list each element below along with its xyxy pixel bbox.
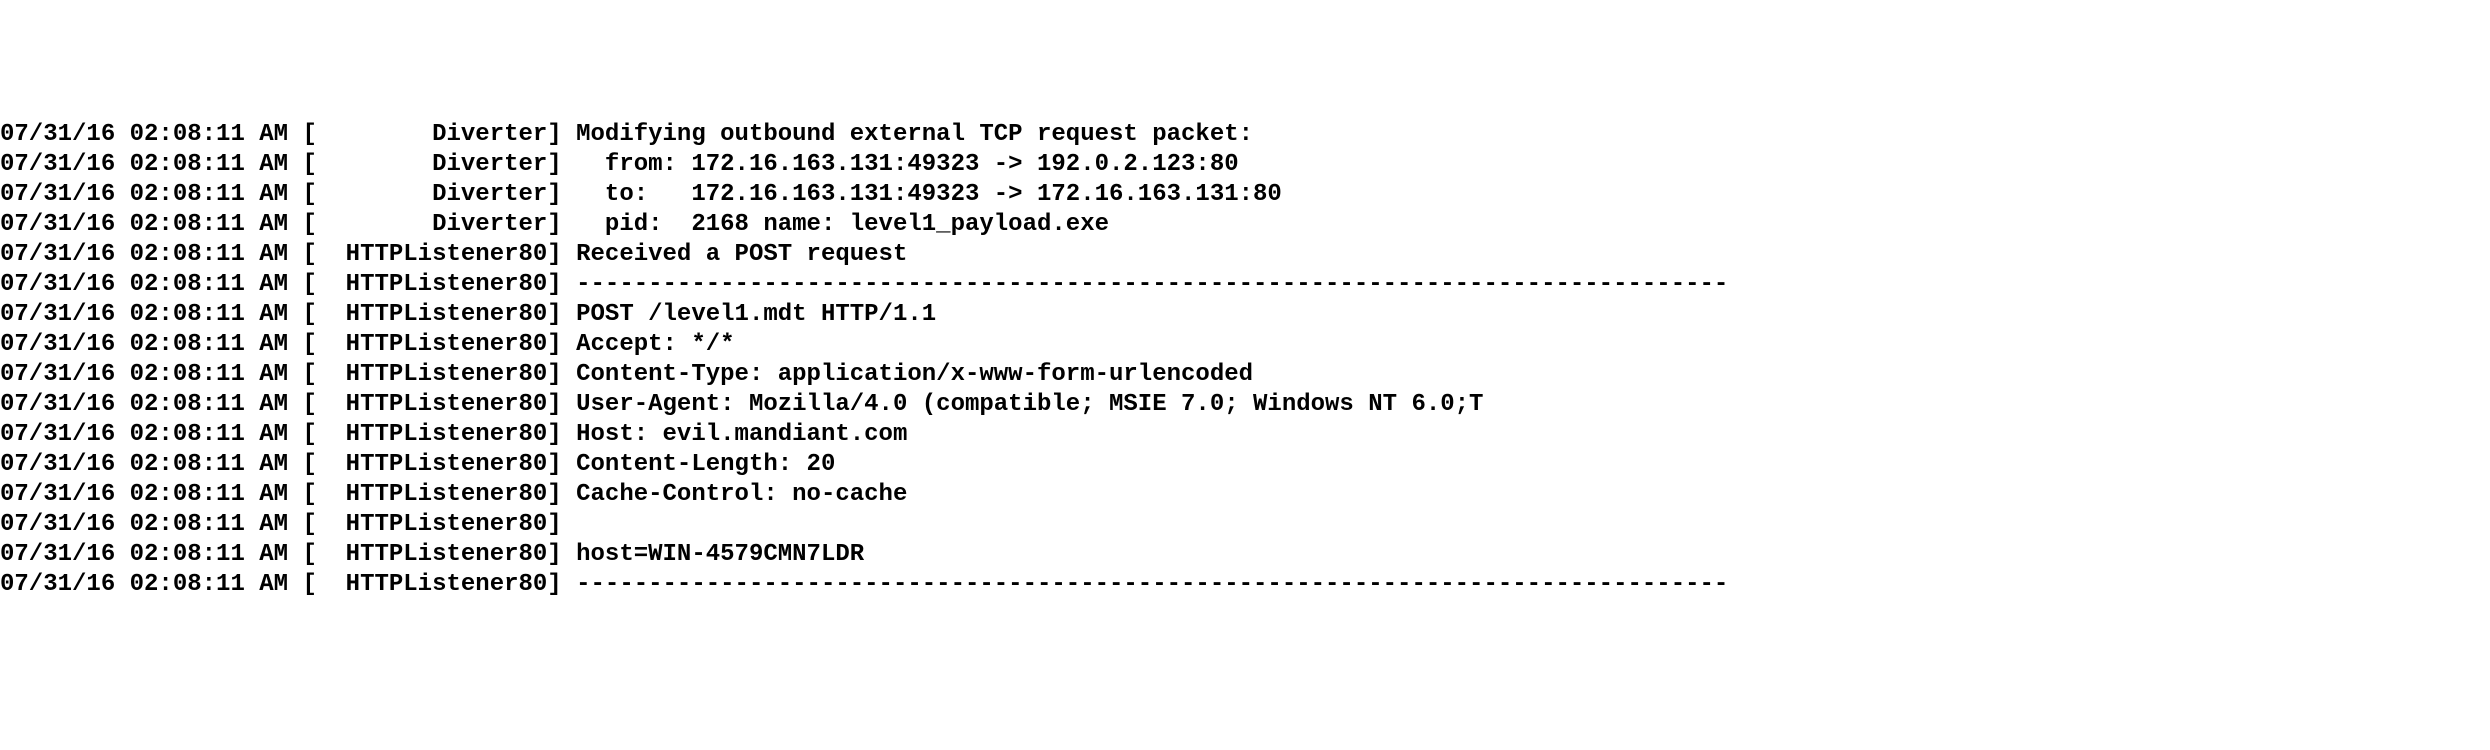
bracket-right: ]: [547, 151, 576, 178]
log-timestamp: 07/31/16 02:08:11 AM: [0, 241, 288, 268]
bracket-left: [: [288, 451, 317, 478]
log-line: 07/31/16 02:08:11 AM [ HTTPListener80]: [0, 510, 2490, 540]
log-module: HTTPListener80: [317, 241, 547, 268]
log-timestamp: 07/31/16 02:08:11 AM: [0, 361, 288, 388]
log-line: 07/31/16 02:08:11 AM [ HTTPListener80] C…: [0, 480, 2490, 510]
log-line: 07/31/16 02:08:11 AM [ Diverter] Modifyi…: [0, 120, 2490, 150]
log-module: HTTPListener80: [317, 571, 547, 598]
bracket-left: [: [288, 541, 317, 568]
log-line: 07/31/16 02:08:11 AM [ Diverter] pid: 21…: [0, 210, 2490, 240]
bracket-right: ]: [547, 391, 576, 418]
log-message: from: 172.16.163.131:49323 -> 192.0.2.12…: [576, 151, 1239, 178]
log-timestamp: 07/31/16 02:08:11 AM: [0, 271, 288, 298]
log-message: to: 172.16.163.131:49323 -> 172.16.163.1…: [576, 181, 1282, 208]
log-line: 07/31/16 02:08:11 AM [ HTTPListener80] C…: [0, 360, 2490, 390]
log-message: Content-Length: 20: [576, 451, 835, 478]
bracket-right: ]: [547, 241, 576, 268]
log-line: 07/31/16 02:08:11 AM [ HTTPListener80] C…: [0, 450, 2490, 480]
bracket-right: ]: [547, 211, 576, 238]
log-module: Diverter: [317, 121, 547, 148]
bracket-right: ]: [547, 481, 576, 508]
log-timestamp: 07/31/16 02:08:11 AM: [0, 331, 288, 358]
log-module: HTTPListener80: [317, 481, 547, 508]
log-module: HTTPListener80: [317, 421, 547, 448]
log-timestamp: 07/31/16 02:08:11 AM: [0, 301, 288, 328]
bracket-left: [: [288, 211, 317, 238]
log-message: Host: evil.mandiant.com: [576, 421, 907, 448]
bracket-right: ]: [547, 571, 576, 598]
bracket-left: [: [288, 361, 317, 388]
log-message: Received a POST request: [576, 241, 907, 268]
bracket-left: [: [288, 391, 317, 418]
log-module: HTTPListener80: [317, 511, 547, 538]
bracket-left: [: [288, 571, 317, 598]
bracket-left: [: [288, 241, 317, 268]
log-timestamp: 07/31/16 02:08:11 AM: [0, 481, 288, 508]
log-message: ----------------------------------------…: [576, 571, 1728, 598]
bracket-left: [: [288, 331, 317, 358]
bracket-left: [: [288, 121, 317, 148]
bracket-right: ]: [547, 361, 576, 388]
bracket-left: [: [288, 151, 317, 178]
log-timestamp: 07/31/16 02:08:11 AM: [0, 121, 288, 148]
log-module: HTTPListener80: [317, 451, 547, 478]
bracket-right: ]: [547, 301, 576, 328]
log-line: 07/31/16 02:08:11 AM [ HTTPListener80] R…: [0, 240, 2490, 270]
bracket-left: [: [288, 181, 317, 208]
bracket-right: ]: [547, 421, 576, 448]
log-message: Content-Type: application/x-www-form-url…: [576, 361, 1253, 388]
log-module: Diverter: [317, 211, 547, 238]
log-timestamp: 07/31/16 02:08:11 AM: [0, 421, 288, 448]
log-output: 07/31/16 02:08:11 AM [ Diverter] Modifyi…: [0, 120, 2490, 600]
log-message: User-Agent: Mozilla/4.0 (compatible; MSI…: [576, 391, 1483, 418]
log-module: HTTPListener80: [317, 331, 547, 358]
log-timestamp: 07/31/16 02:08:11 AM: [0, 541, 288, 568]
log-module: HTTPListener80: [317, 391, 547, 418]
log-message: POST /level1.mdt HTTP/1.1: [576, 301, 936, 328]
log-module: HTTPListener80: [317, 271, 547, 298]
log-timestamp: 07/31/16 02:08:11 AM: [0, 211, 288, 238]
bracket-right: ]: [547, 271, 576, 298]
log-message: ----------------------------------------…: [576, 271, 1728, 298]
log-line: 07/31/16 02:08:11 AM [ HTTPListener80] U…: [0, 390, 2490, 420]
log-timestamp: 07/31/16 02:08:11 AM: [0, 151, 288, 178]
log-timestamp: 07/31/16 02:08:11 AM: [0, 451, 288, 478]
log-timestamp: 07/31/16 02:08:11 AM: [0, 511, 288, 538]
bracket-right: ]: [547, 181, 576, 208]
log-message: Cache-Control: no-cache: [576, 481, 907, 508]
log-timestamp: 07/31/16 02:08:11 AM: [0, 391, 288, 418]
log-line: 07/31/16 02:08:11 AM [ HTTPListener80] h…: [0, 540, 2490, 570]
bracket-left: [: [288, 511, 317, 538]
log-module: Diverter: [317, 181, 547, 208]
bracket-left: [: [288, 421, 317, 448]
log-module: HTTPListener80: [317, 301, 547, 328]
bracket-left: [: [288, 271, 317, 298]
log-module: HTTPListener80: [317, 361, 547, 388]
log-timestamp: 07/31/16 02:08:11 AM: [0, 181, 288, 208]
log-message: Modifying outbound external TCP request …: [576, 121, 1253, 148]
bracket-left: [: [288, 301, 317, 328]
bracket-right: ]: [547, 541, 576, 568]
bracket-left: [: [288, 481, 317, 508]
log-message: pid: 2168 name: level1_payload.exe: [576, 211, 1109, 238]
log-message: host=WIN-4579CMN7LDR: [576, 541, 864, 568]
log-line: 07/31/16 02:08:11 AM [ Diverter] from: 1…: [0, 150, 2490, 180]
log-message: Accept: */*: [576, 331, 734, 358]
log-line: 07/31/16 02:08:11 AM [ HTTPListener80] H…: [0, 420, 2490, 450]
log-timestamp: 07/31/16 02:08:11 AM: [0, 571, 288, 598]
log-line: 07/31/16 02:08:11 AM [ HTTPListener80] -…: [0, 570, 2490, 600]
bracket-right: ]: [547, 511, 576, 538]
bracket-right: ]: [547, 121, 576, 148]
log-line: 07/31/16 02:08:11 AM [ HTTPListener80] A…: [0, 330, 2490, 360]
log-line: 07/31/16 02:08:11 AM [ HTTPListener80] P…: [0, 300, 2490, 330]
bracket-right: ]: [547, 451, 576, 478]
log-line: 07/31/16 02:08:11 AM [ HTTPListener80] -…: [0, 270, 2490, 300]
log-module: HTTPListener80: [317, 541, 547, 568]
log-module: Diverter: [317, 151, 547, 178]
bracket-right: ]: [547, 331, 576, 358]
log-line: 07/31/16 02:08:11 AM [ Diverter] to: 172…: [0, 180, 2490, 210]
